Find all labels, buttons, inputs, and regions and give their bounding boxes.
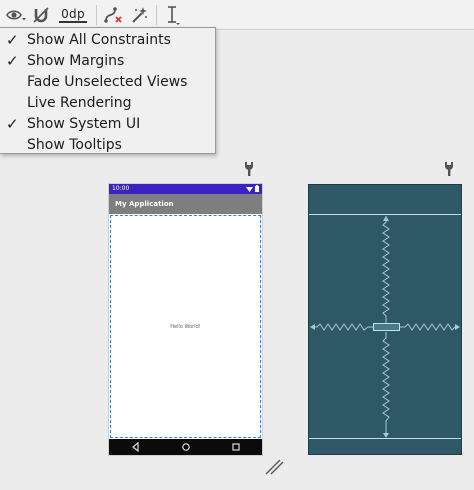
clear-constraints-button[interactable] [102, 4, 124, 26]
design-preview[interactable]: 10:00 My Application Hello World! [109, 184, 262, 455]
menu-item-label: Fade Unselected Views [27, 74, 188, 90]
wrench-icon [445, 162, 453, 176]
app-title: My Application [115, 200, 174, 208]
view-options-button[interactable] [4, 4, 28, 26]
menu-item-label: Show Tooltips [27, 137, 122, 153]
menu-item-label: Show System UI [27, 116, 141, 132]
eye-icon [6, 10, 26, 21]
infer-constraints-button[interactable] [128, 4, 150, 26]
guidelines-icon [168, 6, 180, 25]
navigation-bar [109, 439, 262, 455]
status-bar: 10:00 [109, 184, 262, 194]
recents-icon [232, 443, 240, 451]
resize-handle[interactable] [264, 458, 284, 480]
layout-editor-toolbar: 0dp [0, 0, 474, 30]
home-icon [182, 443, 190, 451]
view-options-menu: ✓ Show All Constraints ✓ Show Margins Fa… [0, 27, 216, 154]
default-margins-button[interactable]: 0dp [56, 4, 90, 26]
menu-item-show-all-constraints[interactable]: ✓ Show All Constraints [0, 30, 215, 51]
default-margin-value: 0dp [59, 7, 87, 23]
status-time: 10:00 [112, 185, 130, 192]
check-icon: ✓ [6, 31, 19, 49]
app-bar: My Application [109, 194, 262, 214]
menu-item-label: Live Rendering [27, 95, 132, 111]
guidelines-button[interactable] [162, 4, 184, 26]
blueprint-surface-options[interactable] [443, 161, 455, 181]
menu-item-label: Show All Constraints [27, 32, 171, 48]
toolbar-divider [156, 5, 157, 25]
hello-text-view[interactable]: Hello World! [111, 324, 260, 330]
magnet-icon [33, 7, 49, 23]
clear-constraints-icon [104, 7, 122, 23]
menu-item-label: Show Margins [27, 53, 125, 69]
constraint-layout[interactable]: Hello World! [110, 215, 261, 438]
constraint-springs [310, 216, 460, 438]
infer-constraints-icon [132, 7, 147, 23]
wrench-icon [245, 162, 253, 176]
design-surface-options[interactable] [243, 161, 255, 181]
menu-item-fade-unselected-views[interactable]: Fade Unselected Views [0, 72, 215, 93]
menu-item-show-system-ui[interactable]: ✓ Show System UI [0, 114, 215, 135]
menu-item-show-tooltips[interactable]: Show Tooltips [0, 135, 215, 156]
autoconnect-toggle[interactable] [31, 4, 51, 26]
check-icon: ✓ [6, 115, 19, 133]
battery-icon [255, 185, 259, 192]
menu-item-show-margins[interactable]: ✓ Show Margins [0, 51, 215, 72]
toolbar-divider [96, 5, 97, 25]
blueprint-view[interactable] [308, 184, 462, 455]
back-icon [132, 442, 139, 452]
menu-item-live-rendering[interactable]: Live Rendering [0, 93, 215, 114]
blueprint-text-view[interactable] [373, 323, 400, 331]
wifi-icon [246, 186, 253, 192]
resize-handle-icon [265, 459, 284, 475]
check-icon: ✓ [6, 52, 19, 70]
